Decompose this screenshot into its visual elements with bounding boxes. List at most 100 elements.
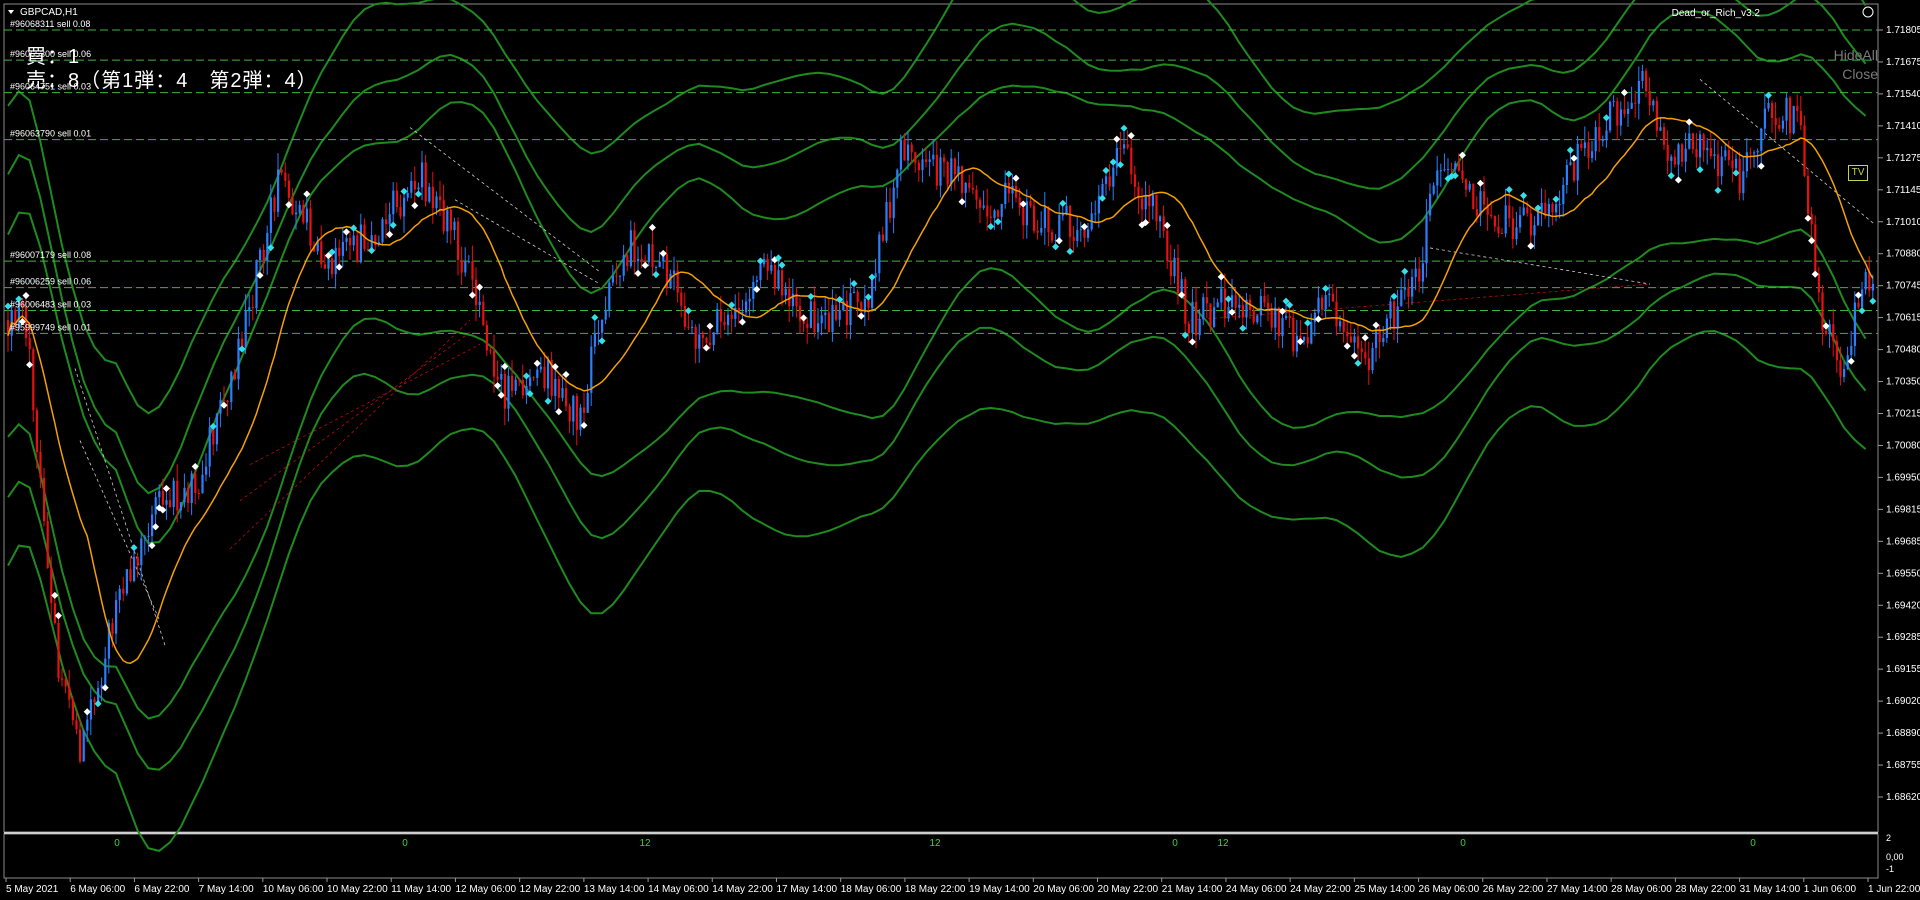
- candle-body: [93, 699, 96, 703]
- candle-body: [971, 187, 974, 190]
- candle-body: [1853, 302, 1856, 346]
- trade-marker: [1005, 170, 1013, 178]
- price-label: 1.68620: [1886, 792, 1920, 803]
- candle-body: [773, 264, 776, 289]
- tv-badge[interactable]: TV: [1848, 165, 1868, 181]
- candle-body: [1817, 273, 1820, 293]
- trade-marker: [1066, 247, 1074, 255]
- candle-body: [86, 719, 89, 731]
- candle-body: [1105, 176, 1108, 184]
- candle-body: [1450, 169, 1453, 171]
- candle-body: [1349, 336, 1352, 343]
- candle-body: [1821, 292, 1824, 331]
- candle-body: [1785, 97, 1788, 121]
- candle-body: [1144, 195, 1147, 210]
- time-label: 6 May 22:00: [134, 884, 189, 895]
- candle-body: [856, 291, 859, 303]
- candle-body: [935, 154, 938, 186]
- band-lower: [7, 272, 1867, 771]
- trade-marker: [400, 187, 408, 195]
- trade-marker: [994, 218, 1002, 226]
- candle-body: [1187, 323, 1190, 333]
- price-chart[interactable]: #96068311 sell 0.08#96065300 sell 0.06#9…: [0, 0, 1920, 900]
- time-label: 24 May 06:00: [1226, 884, 1287, 895]
- candle-body: [50, 567, 53, 604]
- price-label: 1.69950: [1886, 472, 1920, 483]
- close-button[interactable]: Close: [1842, 66, 1878, 82]
- candle-body: [521, 379, 524, 396]
- candle-body: [1371, 348, 1374, 371]
- trade-marker: [1390, 292, 1398, 300]
- candle-body: [608, 282, 611, 310]
- candle-body: [1252, 310, 1255, 323]
- candle-body: [1475, 209, 1478, 216]
- candle-body: [208, 427, 211, 467]
- trade-marker: [1012, 174, 1020, 182]
- candle-body: [709, 342, 712, 345]
- candle-body: [781, 270, 784, 296]
- candle-body: [932, 154, 935, 160]
- time-label: 12 May 06:00: [455, 884, 516, 895]
- candle-body: [1079, 229, 1082, 231]
- chart-window[interactable]: #96068311 sell 0.08 #96065300 sell 0.06 #9…: [0, 0, 1920, 900]
- candle-body: [194, 473, 197, 493]
- time-label: 18 May 22:00: [905, 884, 966, 895]
- candle-body: [1180, 279, 1183, 294]
- candle-body: [352, 235, 355, 246]
- candle-body: [46, 520, 49, 568]
- sub-count-label: 0: [1460, 838, 1466, 849]
- candle-body: [572, 396, 575, 422]
- candle-body: [187, 487, 190, 504]
- candle-body: [1119, 148, 1122, 150]
- candle-body: [1465, 179, 1468, 190]
- candle-body: [1310, 322, 1313, 344]
- time-label: 31 May 14:00: [1740, 884, 1801, 895]
- candle-body: [1087, 229, 1090, 238]
- sub-chart-frame: [3, 833, 1879, 879]
- candle-body: [619, 275, 622, 277]
- candle-body: [1670, 156, 1673, 161]
- trade-marker: [1350, 352, 1358, 360]
- trade-marker: [857, 312, 865, 320]
- trade-marker: [1372, 321, 1380, 329]
- candle-body: [1522, 207, 1525, 216]
- candle-body: [53, 603, 56, 623]
- candle-body: [1162, 216, 1165, 231]
- candle-body: [115, 600, 118, 634]
- candle-body: [71, 699, 74, 721]
- chart-menu-triangle-icon[interactable]: [8, 10, 14, 14]
- candle-body: [917, 162, 920, 171]
- candle-body: [1763, 108, 1766, 129]
- trade-marker: [1055, 237, 1063, 245]
- candle-body: [385, 219, 388, 225]
- candle-body: [539, 366, 542, 370]
- candle-body: [1727, 150, 1730, 161]
- trade-marker: [1120, 124, 1128, 132]
- candle-body: [748, 298, 751, 302]
- trade-marker: [386, 230, 394, 238]
- candle-body: [1195, 301, 1198, 336]
- trade-marker: [1361, 334, 1369, 342]
- candle-body: [356, 235, 359, 263]
- candle-body: [687, 326, 690, 328]
- candle-body: [172, 480, 175, 507]
- candle-body: [925, 159, 928, 163]
- candle-body: [691, 326, 694, 328]
- time-label: 5 May 2021: [6, 884, 59, 895]
- sub-count-label: 12: [639, 838, 651, 849]
- candle-body: [1267, 302, 1270, 308]
- candle-body: [496, 376, 499, 380]
- hide-all-button[interactable]: HideAll: [1834, 47, 1878, 63]
- candle-body: [75, 720, 78, 730]
- candle-body: [1393, 301, 1396, 329]
- candle-body: [1173, 257, 1176, 277]
- trade-marker: [987, 222, 995, 231]
- candle-body: [1630, 102, 1633, 109]
- sub-count-label: 0: [1172, 838, 1178, 849]
- candle-body: [158, 491, 161, 498]
- candle-body: [1198, 318, 1201, 336]
- candle-body: [82, 730, 85, 762]
- candle-body: [817, 323, 820, 333]
- candle-body: [1760, 128, 1763, 151]
- candle-body: [1061, 214, 1064, 216]
